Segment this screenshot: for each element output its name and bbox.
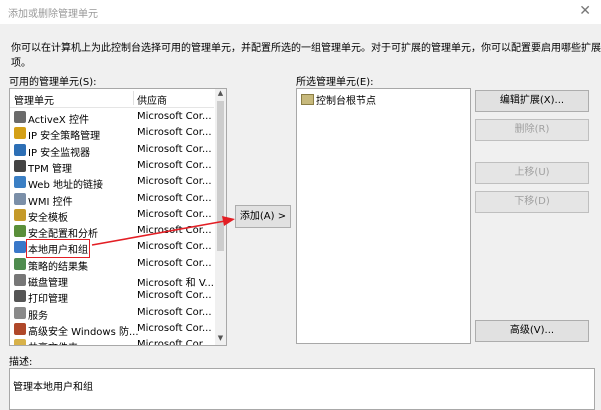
snapin-vendor: Microsoft Cor... bbox=[137, 241, 212, 253]
console-root-label: 控制台根节点 bbox=[316, 96, 376, 107]
list-item[interactable]: 策略的结果集 Microsoft Cor... bbox=[10, 256, 214, 273]
snapin-vendor: Microsoft Cor... bbox=[137, 111, 212, 122]
security-template-icon bbox=[14, 208, 26, 221]
selected-list[interactable]: 控制台根节点 bbox=[296, 88, 471, 344]
snapin-name: 安全配置和分析 bbox=[28, 229, 98, 241]
snapin-name: 安全模板 bbox=[28, 212, 68, 224]
ip-monitor-icon bbox=[14, 143, 26, 156]
snapin-vendor: Microsoft Cor... bbox=[137, 290, 212, 302]
vertical-scrollbar[interactable]: ▲ ▼ bbox=[215, 89, 226, 345]
shared-folder-icon bbox=[14, 339, 26, 345]
list-item[interactable]: 打印管理 Microsoft Cor... bbox=[10, 288, 214, 306]
scroll-thumb[interactable] bbox=[217, 101, 224, 251]
disk-icon bbox=[14, 274, 26, 286]
snapin-vendor: Microsoft Cor... bbox=[137, 143, 212, 155]
snapin-vendor: Microsoft Cor... bbox=[137, 339, 212, 346]
snapin-name: 服务 bbox=[28, 310, 48, 322]
snapin-vendor: Microsoft Cor... bbox=[137, 322, 212, 334]
snapin-vendor: Microsoft 和 V... bbox=[137, 278, 214, 289]
scroll-down-icon[interactable]: ▼ bbox=[215, 334, 226, 345]
intro-text: 你可以在计算机上为此控制台选择可用的管理单元，并配置所选的一组管理单元。对于可扩… bbox=[11, 43, 601, 69]
description-text: 管理本地用户和组 bbox=[13, 382, 93, 393]
available-label: 可用的管理单元(S): bbox=[9, 77, 97, 88]
close-icon[interactable]: ✕ bbox=[579, 3, 591, 19]
snapin-name: Web 地址的链接 bbox=[28, 180, 103, 192]
list-item[interactable]: 高级安全 Windows 防... Microsoft Cor... bbox=[10, 321, 214, 338]
wmi-icon bbox=[14, 192, 26, 205]
snapin-name: IP 安全监视器 bbox=[28, 147, 91, 159]
list-item[interactable]: 本地用户和组 Microsoft Cor... bbox=[10, 239, 214, 259]
snapin-vendor: Microsoft Cor... bbox=[137, 208, 212, 220]
window-title: 添加或删除管理单元 bbox=[8, 9, 98, 20]
list-item[interactable]: IP 安全监视器 Microsoft Cor... bbox=[10, 142, 214, 159]
remove-button[interactable]: 删除(R) bbox=[475, 119, 589, 141]
tpm-icon bbox=[14, 159, 26, 172]
list-item[interactable]: TPM 管理 Microsoft Cor... bbox=[10, 158, 214, 175]
snapin-vendor: Microsoft Cor... bbox=[137, 225, 212, 237]
list-item[interactable]: 安全模板 Microsoft Cor... bbox=[10, 207, 214, 224]
snapin-name: 本地用户和组 bbox=[26, 239, 90, 259]
available-list[interactable]: 管理单元 供应商 ActiveX 控件 Microsoft Cor... IP 安全… bbox=[9, 88, 227, 346]
snapin-name: IP 安全策略管理 bbox=[28, 131, 101, 143]
list-item[interactable]: ActiveX 控件 Microsoft Cor... bbox=[10, 109, 214, 126]
selected-label: 所选管理单元(E): bbox=[296, 77, 374, 88]
web-link-icon bbox=[14, 176, 26, 189]
snapin-vendor: Microsoft Cor... bbox=[137, 127, 212, 139]
local-users-icon bbox=[14, 241, 26, 254]
snapin-vendor: Microsoft Cor... bbox=[137, 192, 212, 204]
list-item[interactable]: 安全配置和分析 Microsoft Cor... bbox=[10, 223, 214, 241]
services-icon bbox=[14, 306, 26, 319]
list-item[interactable]: 服务 Microsoft Cor... bbox=[10, 305, 214, 322]
description-label: 描述: bbox=[9, 357, 33, 368]
list-item[interactable]: 共享文件夹 Microsoft Cor... bbox=[10, 337, 214, 346]
description-box: 管理本地用户和组 bbox=[9, 368, 595, 410]
advanced-button[interactable]: 高级(V)... bbox=[475, 320, 589, 342]
col-header-vendor[interactable]: 供应商 bbox=[137, 92, 167, 107]
snapin-name: 磁盘管理 bbox=[28, 278, 68, 289]
snapin-name: TPM 管理 bbox=[28, 163, 72, 175]
snapin-vendor: Microsoft Cor... bbox=[137, 306, 212, 318]
move-down-button[interactable]: 下移(D) bbox=[475, 191, 589, 213]
print-icon bbox=[14, 290, 26, 303]
snapin-name: WMI 控件 bbox=[28, 196, 73, 208]
snapin-name: 打印管理 bbox=[28, 294, 68, 306]
rsop-icon bbox=[14, 257, 26, 270]
edit-extensions-button[interactable]: 编辑扩展(X)... bbox=[475, 90, 589, 112]
security-config-icon bbox=[14, 225, 26, 238]
folder-icon bbox=[301, 94, 314, 105]
snapin-name: ActiveX 控件 bbox=[28, 115, 89, 126]
snapin-vendor: Microsoft Cor... bbox=[137, 257, 212, 269]
snapin-name: 高级安全 Windows 防... bbox=[28, 326, 139, 338]
scroll-up-icon[interactable]: ▲ bbox=[215, 89, 226, 100]
ip-policy-icon bbox=[14, 127, 26, 140]
list-item[interactable]: Web 地址的链接 Microsoft Cor... bbox=[10, 174, 214, 192]
snapin-vendor: Microsoft Cor... bbox=[137, 176, 212, 188]
list-item[interactable]: IP 安全策略管理 Microsoft Cor... bbox=[10, 125, 214, 143]
tree-node-console-root[interactable]: 控制台根节点 bbox=[301, 92, 376, 107]
snapin-name: 策略的结果集 bbox=[28, 261, 88, 273]
list-item[interactable]: 磁盘管理 Microsoft 和 V... bbox=[10, 272, 214, 289]
snapin-name: 共享文件夹 bbox=[28, 339, 78, 345]
list-item[interactable]: WMI 控件 Microsoft Cor... bbox=[10, 191, 214, 208]
add-button[interactable]: 添加(A) > bbox=[235, 205, 291, 228]
snapin-vendor: Microsoft Cor... bbox=[137, 159, 212, 171]
list-header: 管理单元 供应商 bbox=[10, 89, 214, 108]
activex-icon bbox=[14, 111, 26, 123]
firewall-icon bbox=[14, 322, 26, 335]
col-header-name[interactable]: 管理单元 bbox=[14, 92, 54, 107]
move-up-button[interactable]: 上移(U) bbox=[475, 162, 589, 184]
title-bar: 添加或删除管理单元 ✕ bbox=[0, 0, 601, 24]
